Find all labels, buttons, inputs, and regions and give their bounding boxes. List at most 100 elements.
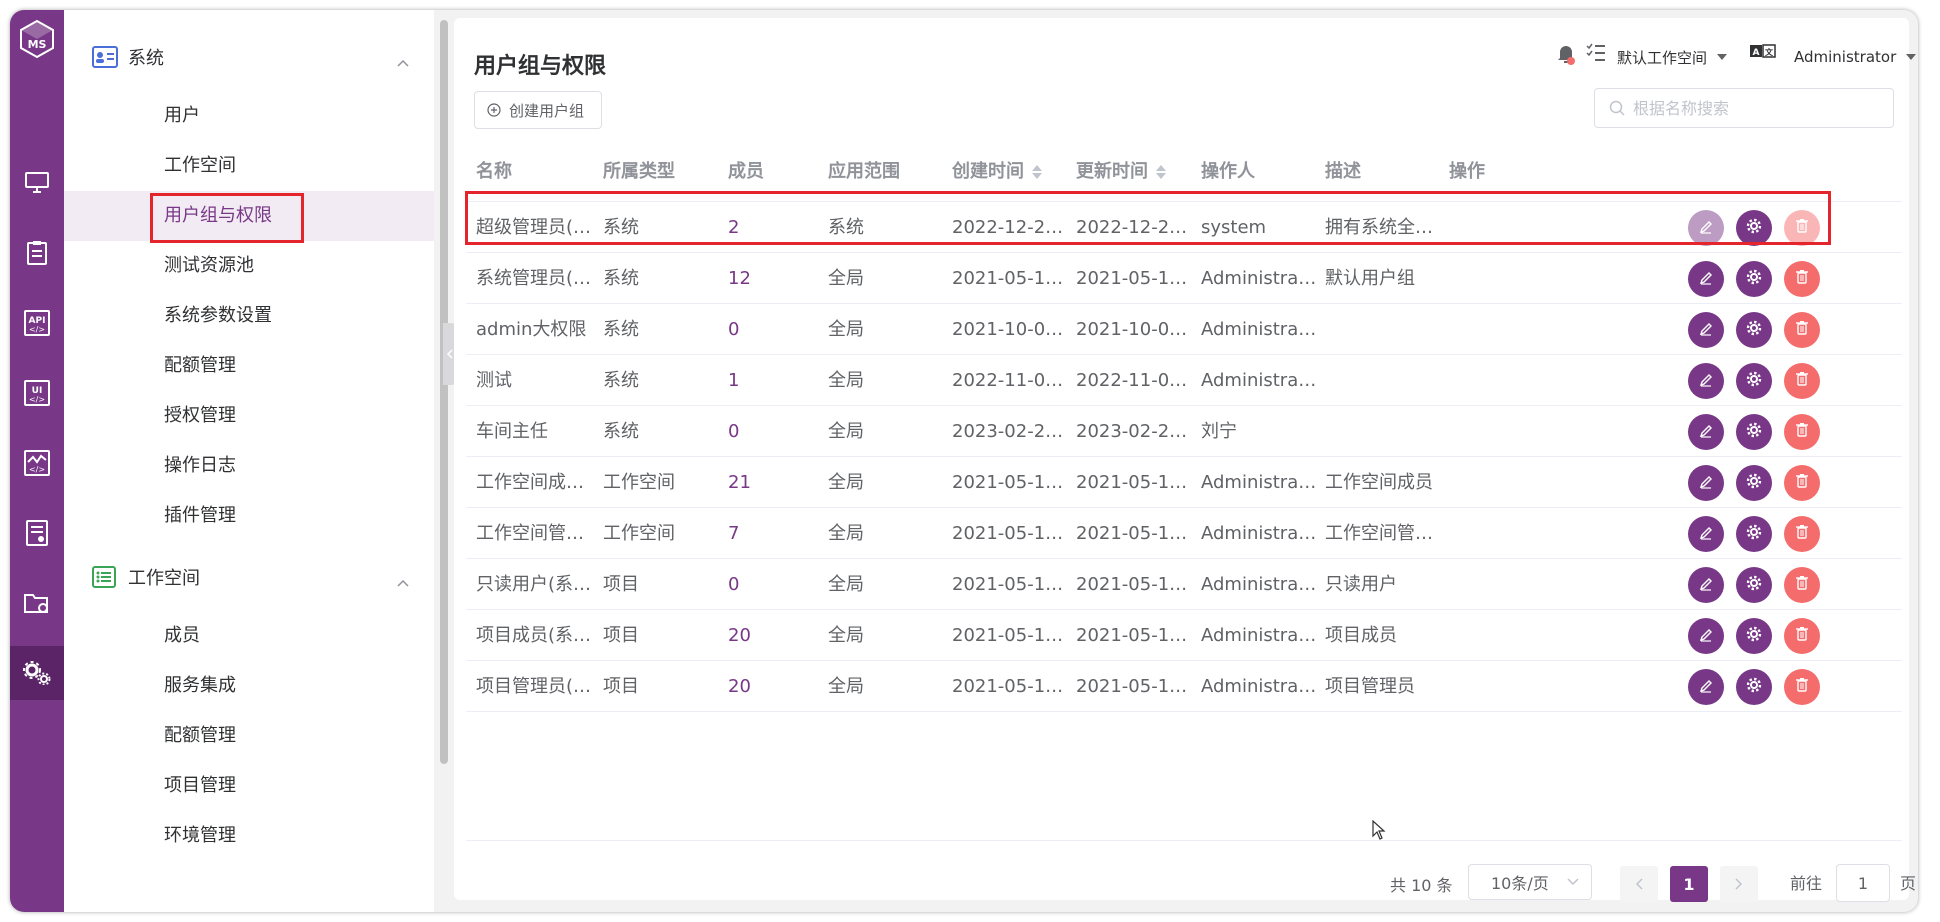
menu-item-users[interactable]: 用户 [64,91,434,141]
main-panel: 用户组与权限 默认工作空间 A文 Administrator 创建用户组 名称 [454,18,1917,902]
language-icon[interactable]: A文 [1750,44,1776,64]
permission-settings-button[interactable] [1736,312,1772,348]
cell-desc [1325,406,1443,457]
edit-button[interactable] [1688,516,1724,552]
menu-item-environments[interactable]: 环境管理 [64,811,434,861]
sidebar-scrollbar[interactable] [440,20,448,764]
prev-page-button[interactable] [1620,866,1658,902]
search-input[interactable] [1633,98,1873,118]
task-list-icon[interactable] [1586,42,1606,66]
table-row: 测试 系统 1 全局 2022-11-03 1… 2022-11-03 1… Adminis… [466,355,1902,406]
menu-item-integration[interactable]: 服务集成 [64,661,434,711]
edit-button[interactable] [1688,312,1724,348]
delete-button[interactable] [1784,618,1820,654]
goto-page-input[interactable] [1836,864,1890,902]
cell-created: 2021-05-11 0… [952,523,1070,544]
monitor-icon[interactable] [10,156,64,210]
cell-scope: 全局 [828,625,864,646]
edit-button[interactable] [1688,669,1724,705]
cell-type: 工作空间 [603,472,675,493]
cell-type: 项目 [603,625,639,646]
col-created[interactable]: 创建时间 [952,142,1042,202]
performance-icon[interactable]: </> [10,436,64,490]
edit-button[interactable] [1688,210,1724,246]
cell-operator: Administrator [1201,319,1319,340]
delete-button[interactable] [1784,312,1820,348]
col-updated[interactable]: 更新时间 [1076,142,1166,202]
menu-item-operation-log[interactable]: 操作日志 [64,441,434,491]
cell-type: 系统 [603,319,639,340]
delete-button[interactable] [1784,363,1820,399]
cell-updated: 2021-05-11 0… [1076,472,1194,493]
api-icon[interactable]: API </> [10,296,64,350]
menu-group-workspace[interactable]: 工作空间 [64,550,434,604]
permission-settings-button[interactable] [1736,465,1772,501]
permission-settings-button[interactable] [1736,261,1772,297]
delete-button[interactable] [1784,465,1820,501]
gear-icon [1746,218,1762,238]
menu-item-projects[interactable]: 项目管理 [64,761,434,811]
row-actions [1688,261,1820,297]
user-menu[interactable]: Administrator [1794,42,1917,72]
col-scope: 应用范围 [828,161,900,182]
ms-logo-icon[interactable]: MS [20,19,54,59]
delete-button[interactable] [1784,414,1820,450]
delete-button[interactable] [1784,516,1820,552]
delete-button[interactable] [1784,567,1820,603]
report-icon[interactable] [10,506,64,560]
cell-name: 工作空间成员(… [476,472,594,493]
clipboard-icon[interactable] [10,226,64,280]
gear-icon [1746,422,1762,442]
menu-item-plugins[interactable]: 插件管理 [64,491,434,541]
settings-gears-icon[interactable] [10,646,64,700]
svg-text:文: 文 [1765,47,1774,57]
menu-item-system-params[interactable]: 系统参数设置 [64,291,434,341]
edit-button[interactable] [1688,261,1724,297]
search-box[interactable] [1594,88,1894,128]
menu-item-workspace[interactable]: 工作空间 [64,141,434,191]
page-size-value: 10条/页 [1491,874,1549,893]
edit-button[interactable] [1688,618,1724,654]
table-row: 只读用户(系统) 项目 0 全局 2021-05-11 0… 2021-05-11 0… A… [466,559,1902,610]
row-actions [1688,618,1820,654]
sort-icon[interactable] [1156,165,1166,179]
sort-icon[interactable] [1032,165,1042,179]
page-number-current[interactable]: 1 [1670,866,1708,902]
pencil-icon [1699,372,1713,391]
pencil-icon [1699,525,1713,544]
permission-settings-button[interactable] [1736,567,1772,603]
edit-button[interactable] [1688,363,1724,399]
permission-settings-button[interactable] [1736,669,1772,705]
svg-text:A: A [1753,48,1760,58]
permission-settings-button[interactable] [1736,363,1772,399]
menu-item-quota[interactable]: 配额管理 [64,341,434,391]
trash-icon [1795,320,1809,340]
edit-button[interactable] [1688,465,1724,501]
workspace-select[interactable]: 默认工作空间 [1617,42,1728,72]
cell-type: 系统 [603,421,639,442]
menu-item-members[interactable]: 成员 [64,611,434,661]
delete-button[interactable] [1784,261,1820,297]
row-actions [1688,465,1820,501]
edit-button[interactable] [1688,567,1724,603]
menu-item-user-groups[interactable]: 用户组与权限 [64,191,434,241]
cell-name: 只读用户(系统) [476,574,594,595]
permission-settings-button[interactable] [1736,618,1772,654]
folder-settings-icon[interactable] [10,576,64,630]
menu-group-system[interactable]: 系统 [64,30,434,84]
page-size-select[interactable]: 10条/页 [1468,864,1592,900]
create-user-group-button[interactable]: 创建用户组 [474,91,602,129]
delete-button[interactable] [1784,210,1820,246]
menu-item-ws-quota[interactable]: 配额管理 [64,711,434,761]
menu-item-resource-pool[interactable]: 测试资源池 [64,241,434,291]
permission-settings-button[interactable] [1736,414,1772,450]
edit-button[interactable] [1688,414,1724,450]
delete-button[interactable] [1784,669,1820,705]
next-page-button[interactable] [1720,866,1758,902]
bell-icon[interactable] [1556,42,1576,70]
gear-icon [1746,575,1762,595]
permission-settings-button[interactable] [1736,516,1772,552]
menu-item-license[interactable]: 授权管理 [64,391,434,441]
ui-icon[interactable]: UI </> [10,366,64,420]
permission-settings-button[interactable] [1736,210,1772,246]
